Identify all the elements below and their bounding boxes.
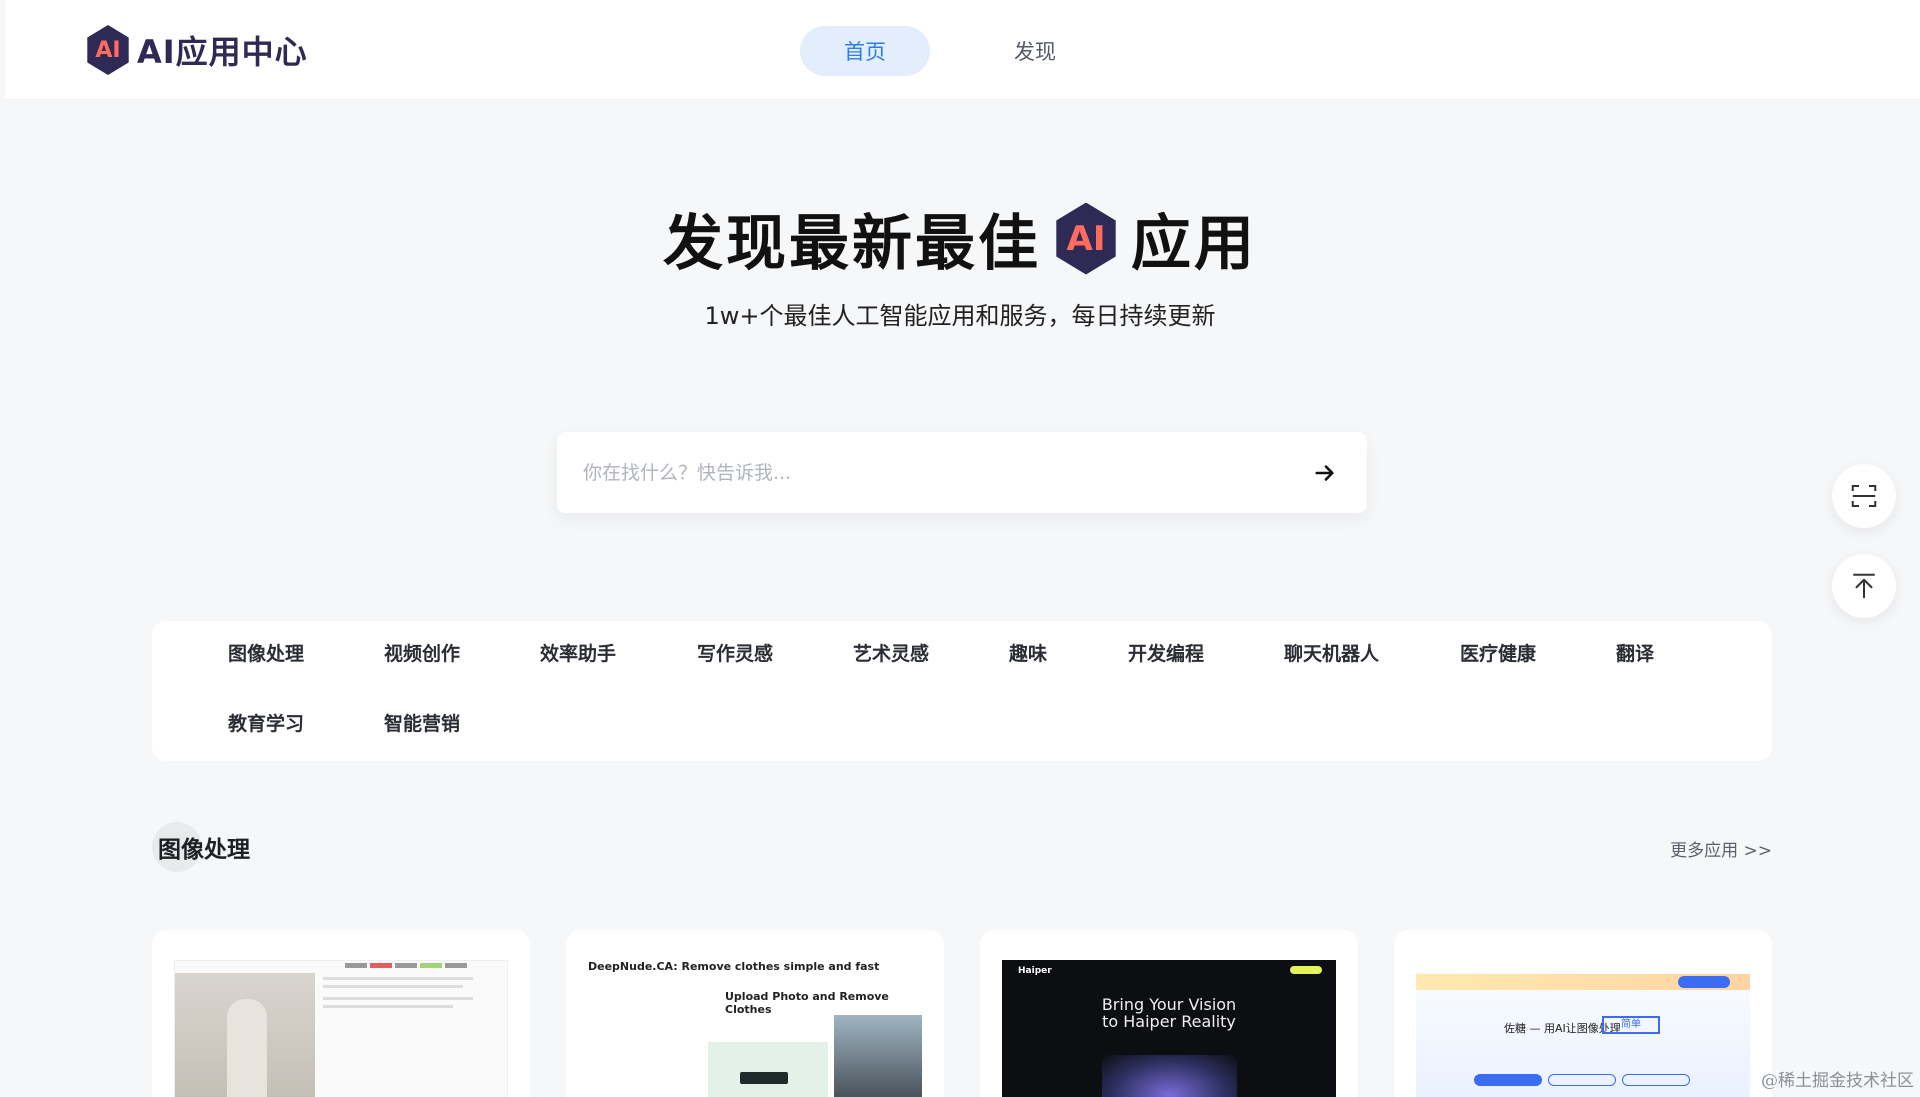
app-thumbnail: 佐糖 — 用AI让图像处理 简单 — [1416, 960, 1750, 1097]
thumbnail-headline-line-1: Bring Your Vision — [1101, 995, 1237, 1014]
thumbnail-brand: Haiper — [1018, 966, 1052, 976]
search-input[interactable] — [583, 461, 1307, 484]
category-list: 图像处理 视频创作 效率助手 写作灵感 艺术灵感 趣味 开发编程 聊天机器人 医… — [152, 621, 1772, 761]
hero-title: 发现最新最佳 AI 应用 — [0, 195, 1920, 282]
search-bar — [557, 432, 1367, 513]
text-line — [323, 977, 473, 980]
site-logo[interactable]: AI AI应用中心 — [85, 25, 308, 75]
thumbnail-button — [1548, 1074, 1616, 1086]
app-thumbnail: Haiper Bring Your Vision to Haiper Reali… — [1002, 960, 1336, 1097]
section-title: 图像处理 — [158, 837, 250, 863]
thumbnail-highlight: 简单 — [1602, 1016, 1660, 1034]
search-submit-button[interactable] — [1307, 455, 1343, 491]
main-nav: 首页 发现 — [800, 26, 1100, 76]
hero-title-text-after: 应用 — [1131, 209, 1257, 279]
app-thumbnail — [174, 960, 508, 1097]
thumbnail-button — [1622, 1074, 1690, 1086]
thumbnail-subtitle: Upload Photo and Remove Clothes — [725, 990, 889, 1016]
nav-item-home[interactable]: 首页 — [800, 26, 930, 76]
category-chatbot[interactable]: 聊天机器人 — [1284, 639, 1460, 674]
category-writing[interactable]: 写作灵感 — [697, 639, 853, 674]
thumbnail-button — [1474, 1074, 1542, 1086]
nav-item-discover[interactable]: 发现 — [970, 26, 1100, 76]
watermark: @稀土掘金技术社区 — [1761, 1071, 1914, 1091]
hero-title-text-before: 发现最新最佳 — [663, 209, 1041, 279]
thumbnail-topbar — [1416, 960, 1750, 972]
thumbnail-cta — [1290, 966, 1322, 974]
thumbnail-photo — [834, 1015, 922, 1097]
hero-subtitle: 1w+个最佳人工智能应用和服务，每日持续更新 — [704, 302, 1216, 330]
text-line — [323, 997, 473, 1000]
thumbnail-headline: Bring Your Vision to Haiper Reality — [1002, 996, 1336, 1030]
back-to-top-icon — [1853, 573, 1875, 599]
ai-badge-icon: AI — [1056, 202, 1116, 275]
ai-logo-icon: AI — [87, 25, 129, 75]
back-to-top-button[interactable] — [1832, 554, 1896, 618]
model-figure — [227, 999, 267, 1097]
app-card[interactable] — [152, 930, 530, 1097]
scan-button[interactable] — [1832, 464, 1896, 528]
site-logo-text: AI应用中心 — [137, 33, 308, 71]
thumbnail-title: DeepNude.CA: Remove clothes simple and f… — [588, 960, 880, 973]
app-card[interactable]: DeepNude.CA: Remove clothes simple and f… — [566, 930, 944, 1097]
category-art[interactable]: 艺术灵感 — [853, 639, 1009, 674]
scan-frame-icon — [1851, 485, 1877, 507]
category-health[interactable]: 医疗健康 — [1460, 639, 1616, 674]
category-marketing[interactable]: 智能营销 — [384, 709, 540, 744]
more-apps-link[interactable]: 更多应用 >> — [1670, 836, 1772, 861]
text-line — [323, 1005, 453, 1008]
thumbnail-tags — [345, 963, 467, 968]
upload-area — [708, 1042, 828, 1097]
category-video-creation[interactable]: 视频创作 — [384, 639, 540, 674]
top-header: AI AI应用中心 首页 发现 — [5, 0, 1920, 100]
text-line — [323, 985, 463, 988]
arrow-right-icon — [1315, 464, 1334, 481]
category-education[interactable]: 教育学习 — [228, 709, 384, 744]
upload-button-graphic — [740, 1072, 788, 1084]
category-efficiency[interactable]: 效率助手 — [540, 639, 697, 674]
thumbnail-headline-line-2: to Haiper Reality — [1102, 1012, 1236, 1031]
category-dev[interactable]: 开发编程 — [1128, 639, 1284, 674]
app-thumbnail: DeepNude.CA: Remove clothes simple and f… — [588, 960, 922, 1097]
thumbnail-promo-button — [1678, 976, 1730, 988]
thumbnail-image — [1102, 1055, 1237, 1097]
category-fun[interactable]: 趣味 — [1009, 639, 1128, 674]
app-card[interactable]: Haiper Bring Your Vision to Haiper Reali… — [980, 930, 1358, 1097]
category-translate[interactable]: 翻译 — [1616, 639, 1716, 674]
category-image-processing[interactable]: 图像处理 — [228, 639, 384, 674]
app-card[interactable]: 佐糖 — 用AI让图像处理 简单 — [1394, 930, 1772, 1097]
